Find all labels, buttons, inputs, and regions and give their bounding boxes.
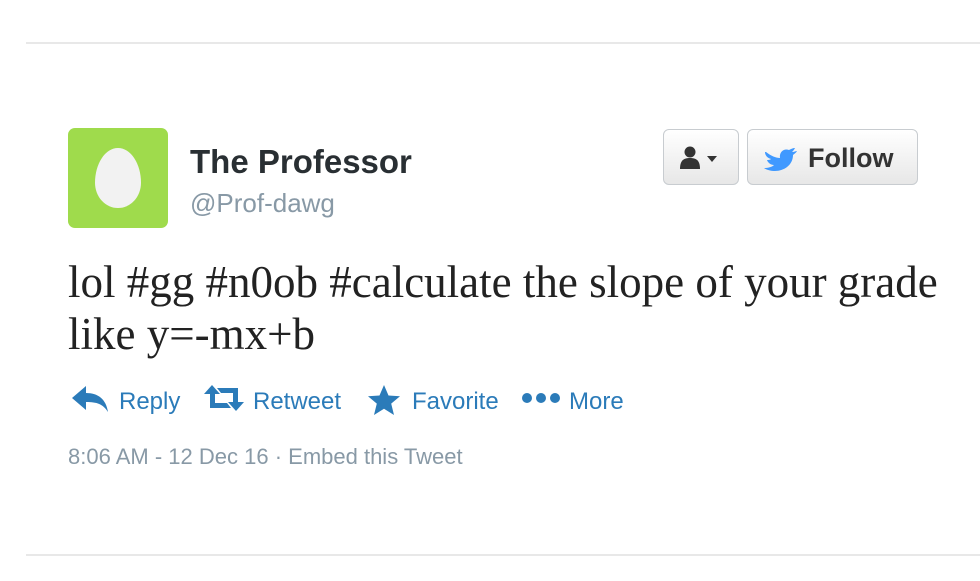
tweet-text: lol #gg #n0ob #calculate the slope of yo…	[68, 257, 938, 359]
follow-label: Follow	[808, 143, 894, 173]
user-display-name[interactable]: The Professor	[190, 143, 412, 181]
caret-down-icon	[707, 156, 717, 162]
meta-separator: ·	[274, 444, 283, 469]
retweet-label: Retweet	[253, 388, 342, 415]
dots-icon	[522, 393, 560, 403]
egg-avatar-icon	[95, 148, 141, 208]
person-icon	[680, 146, 717, 169]
tweet-timestamp[interactable]: 8:06 AM - 12 Dec 16	[68, 444, 269, 469]
follow-button[interactable]: Follow	[747, 129, 918, 185]
bottom-divider	[26, 554, 980, 556]
avatar[interactable]	[68, 128, 168, 228]
retweet-icon	[204, 385, 244, 411]
reply-label: Reply	[119, 388, 181, 415]
user-handle[interactable]: @Prof-dawg	[190, 188, 335, 219]
tweet-meta: 8:06 AM - 12 Dec 16 · Embed this Tweet	[68, 444, 463, 470]
favorite-label: Favorite	[412, 388, 499, 415]
star-icon	[368, 385, 400, 415]
reply-arrow-icon	[72, 386, 108, 412]
top-divider	[26, 42, 980, 44]
bird-icon	[764, 148, 797, 171]
user-actions-dropdown-button[interactable]	[663, 129, 739, 185]
embed-tweet-link[interactable]: Embed this Tweet	[288, 444, 462, 469]
more-label: More	[569, 388, 624, 415]
